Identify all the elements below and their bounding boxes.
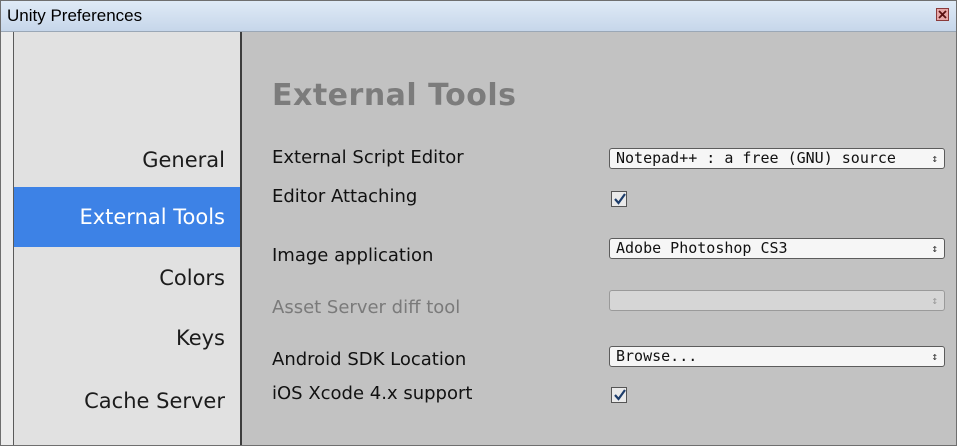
page-title: External Tools [272,78,517,113]
window-left-edge [1,32,14,445]
sidebar-item-external-tools[interactable]: External Tools [14,187,240,247]
asset-server-dropdown[interactable]: ↕ [609,290,945,311]
sidebar-item-keys[interactable]: Keys [14,308,240,368]
preferences-window: Unity Preferences General External Tools… [0,0,957,446]
close-icon[interactable] [936,8,949,21]
dropdown-arrow-icon: ↕ [931,294,938,307]
image-application-label: Image application [272,245,434,266]
asset-server-label: Asset Server diff tool [272,297,461,318]
script-editor-dropdown[interactable]: Notepad++ : a free (GNU) source ↕ [609,148,945,169]
android-sdk-dropdown[interactable]: Browse... ↕ [609,346,945,367]
script-editor-value: Notepad++ : a free (GNU) source [616,149,896,167]
sidebar-item-general[interactable]: General [14,130,240,190]
dropdown-arrow-icon: ↕ [931,152,938,165]
checkmark-icon [614,389,626,401]
ios-xcode-checkbox[interactable] [611,387,627,403]
editor-attaching-label: Editor Attaching [272,186,418,207]
sidebar: General External Tools Colors Keys Cache… [14,32,242,445]
window-title: Unity Preferences [7,6,143,25]
sidebar-item-colors[interactable]: Colors [14,248,240,308]
editor-attaching-checkbox[interactable] [611,191,627,207]
content-panel: External Tools External Script Editor No… [244,32,956,445]
title-bar[interactable]: Unity Preferences [1,1,956,32]
dropdown-arrow-icon: ↕ [931,350,938,363]
sidebar-item-cache-server[interactable]: Cache Server [14,371,240,431]
image-application-dropdown[interactable]: Adobe Photoshop CS3 ↕ [609,238,945,259]
dropdown-arrow-icon: ↕ [931,242,938,255]
checkmark-icon [614,193,626,205]
ios-xcode-label: iOS Xcode 4.x support [272,383,473,404]
android-sdk-value: Browse... [616,347,698,365]
script-editor-label: External Script Editor [272,147,464,168]
image-application-value: Adobe Photoshop CS3 [616,239,788,257]
android-sdk-label: Android SDK Location [272,349,467,370]
